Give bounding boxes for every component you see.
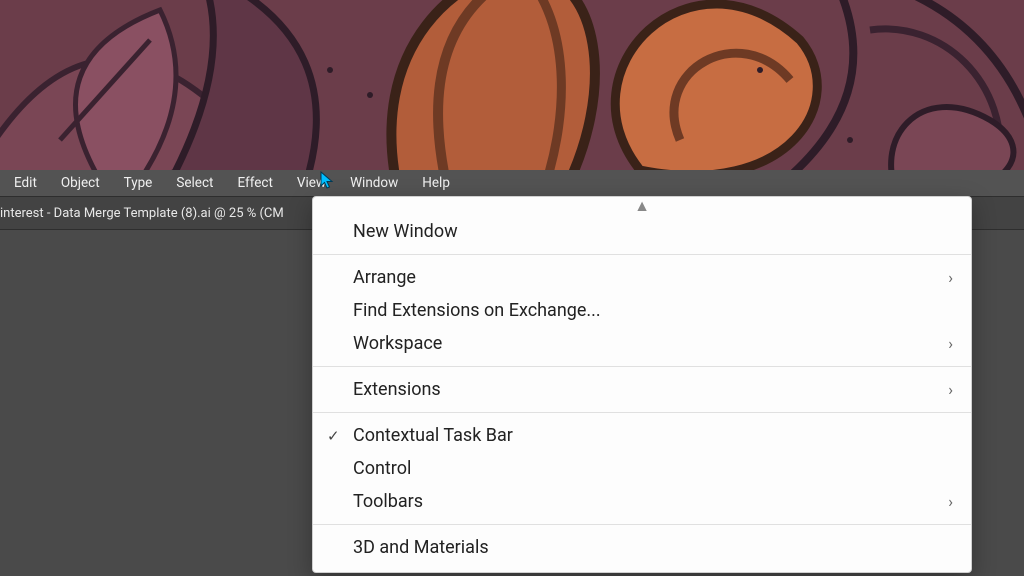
menu-window[interactable]: Window <box>338 171 410 195</box>
menu-item-new-window[interactable]: New Window <box>313 215 971 248</box>
chevron-right-icon: › <box>948 268 953 287</box>
menu-item-label: Contextual Task Bar <box>353 425 953 446</box>
menu-view[interactable]: View <box>285 171 338 195</box>
menu-item-label: Toolbars <box>353 491 948 512</box>
chevron-right-icon: › <box>948 492 953 511</box>
menu-item-arrange[interactable]: Arrange› <box>313 261 971 294</box>
menu-item-label: New Window <box>353 221 953 242</box>
menu-item-control[interactable]: Control <box>313 452 971 485</box>
menu-object[interactable]: Object <box>49 171 112 195</box>
menu-edit[interactable]: Edit <box>2 171 49 195</box>
canvas-artwork <box>0 0 1024 170</box>
chevron-right-icon: › <box>948 334 953 353</box>
check-icon: ✓ <box>327 427 340 445</box>
menu-item-extensions[interactable]: Extensions› <box>313 373 971 406</box>
chevron-right-icon: › <box>948 380 953 399</box>
dropdown-separator <box>313 254 971 255</box>
dropdown-separator <box>313 412 971 413</box>
menu-item-label: 3D and Materials <box>353 537 953 558</box>
menu-help[interactable]: Help <box>410 171 462 195</box>
menu-item-3d-and-materials[interactable]: 3D and Materials <box>313 531 971 564</box>
menu-item-label: Extensions <box>353 379 948 400</box>
menu-item-find-extensions-on-exchange[interactable]: Find Extensions on Exchange... <box>313 294 971 327</box>
menu-select[interactable]: Select <box>164 171 225 195</box>
dropdown-separator <box>313 366 971 367</box>
menubar: Edit Object Type Select Effect View Wind… <box>0 170 1024 196</box>
window-menu-dropdown: ▲ New WindowArrange›Find Extensions on E… <box>312 196 972 573</box>
menu-item-workspace[interactable]: Workspace› <box>313 327 971 360</box>
dropdown-scroll-up-icon[interactable]: ▲ <box>313 197 971 215</box>
menu-item-toolbars[interactable]: Toolbars› <box>313 485 971 518</box>
menu-item-label: Workspace <box>353 333 948 354</box>
menu-type[interactable]: Type <box>112 171 165 195</box>
menu-item-label: Control <box>353 458 953 479</box>
menu-item-label: Arrange <box>353 267 948 288</box>
menu-effect[interactable]: Effect <box>225 171 284 195</box>
menu-item-label: Find Extensions on Exchange... <box>353 300 953 321</box>
dropdown-separator <box>313 524 971 525</box>
menu-item-contextual-task-bar[interactable]: ✓ Contextual Task Bar <box>313 419 971 452</box>
document-tab[interactable]: interest - Data Merge Template (8).ai @ … <box>0 206 294 221</box>
